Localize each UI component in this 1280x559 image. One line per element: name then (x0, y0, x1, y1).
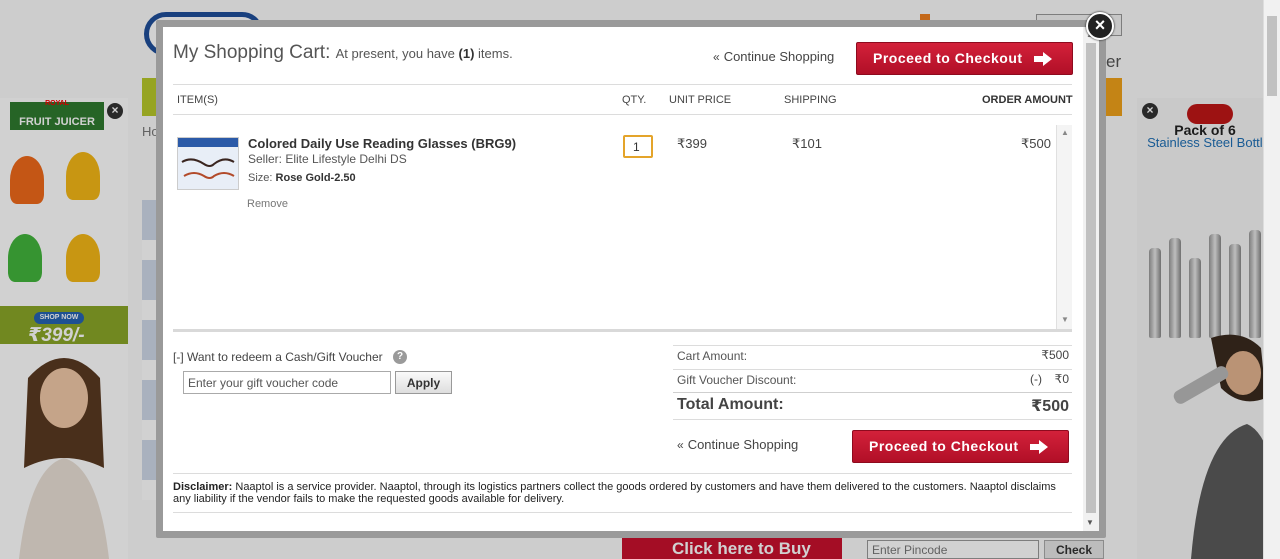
remove-item-link[interactable]: Remove (247, 198, 288, 210)
unit-price: ₹399 (677, 136, 707, 151)
gift-voucher-input[interactable] (183, 371, 391, 394)
arrow-right-icon (1030, 440, 1048, 454)
summary-divider-2 (673, 392, 1072, 393)
col-items: ITEM(S) (177, 94, 218, 106)
total-amount-label: Total Amount: (677, 396, 784, 413)
modal-scroll-thumb[interactable] (1086, 43, 1096, 513)
disclaimer-top-divider (173, 473, 1072, 474)
scroll-down-icon[interactable]: ▼ (1086, 518, 1094, 527)
col-qty: QTY. (622, 94, 647, 106)
product-image[interactable] (177, 137, 239, 190)
columns-divider (173, 114, 1072, 115)
items-scroll-down-icon[interactable]: ▼ (1061, 315, 1069, 324)
modal-scrollbar[interactable]: ▲ ▼ (1083, 27, 1099, 531)
product-size: Size: Rose Gold-2.50 (248, 172, 356, 184)
disclaimer: Disclaimer: Naaptol is a service provide… (173, 481, 1073, 505)
question-icon[interactable]: ? (393, 350, 407, 364)
quantity-input[interactable] (623, 135, 653, 158)
items-bottom-divider (173, 329, 1072, 332)
disclaimer-label: Disclaimer: (173, 481, 233, 493)
header-divider (173, 84, 1072, 85)
rupee-icon: ₹ (1041, 348, 1049, 362)
continue-shopping-link-bottom[interactable]: «Continue Shopping (677, 437, 798, 452)
col-unit-price: UNIT PRICE (669, 94, 732, 106)
col-order-amount: ORDER AMOUNT (982, 94, 1073, 106)
cart-amount-value: ₹500 (1041, 348, 1069, 362)
cart-item-count: (1) (458, 46, 475, 61)
product-name[interactable]: Colored Daily Use Reading Glasses (BRG9) (248, 136, 516, 151)
cart-amount-label: Cart Amount: (677, 349, 748, 363)
items-scroll-up-icon[interactable]: ▲ (1061, 128, 1069, 137)
disclaimer-bottom-divider (173, 512, 1072, 513)
summary-bottom-divider (673, 419, 1072, 420)
proceed-to-checkout-button-bottom[interactable]: Proceed to Checkout (852, 430, 1069, 463)
glasses-thumbnail (178, 138, 238, 189)
page-scrollbar[interactable] (1263, 0, 1280, 559)
disclaimer-text: Naaptol is a service provider. Naaptol, … (173, 481, 1056, 505)
product-size-value: Rose Gold-2.50 (275, 172, 356, 184)
ad-brand-top: ROYAL (45, 100, 69, 107)
voucher-toggle[interactable]: [-] Want to redeem a Cash/Gift Voucher (173, 350, 383, 364)
apply-voucher-button[interactable]: Apply (395, 371, 452, 394)
cart-subtitle: At present, you have (1) items. (335, 46, 513, 61)
modal-close-icon[interactable]: × (1086, 12, 1114, 40)
proceed-to-checkout-button-top[interactable]: Proceed to Checkout (856, 42, 1073, 75)
page-scroll-thumb[interactable] (1267, 16, 1277, 96)
discount-label: Gift Voucher Discount: (677, 373, 797, 387)
summary-divider-1 (673, 369, 1072, 370)
arrow-right-icon (1034, 52, 1052, 66)
discount-value: ₹0 (1054, 372, 1069, 386)
continue-shopping-link-top[interactable]: «Continue Shopping (713, 49, 834, 64)
double-chevron-left-icon: « (677, 438, 684, 452)
cart-title-text: My Shopping Cart: (173, 42, 331, 63)
cart-title: My Shopping Cart: At present, you have (… (173, 42, 513, 64)
product-seller: Seller: Elite Lifestyle Delhi DS (248, 152, 407, 166)
items-scrollbar[interactable]: ▲ ▼ (1056, 125, 1072, 329)
shipping-price: ₹101 (792, 136, 822, 151)
double-chevron-left-icon: « (713, 50, 720, 64)
summary-top-divider (673, 345, 1072, 346)
rupee-icon: ₹ (1031, 398, 1043, 415)
total-amount-value: ₹500 (1031, 398, 1069, 415)
discount-sign: (-) (1030, 372, 1042, 386)
col-shipping: SHIPPING (784, 94, 837, 106)
order-amount: ₹500 (1021, 136, 1051, 151)
